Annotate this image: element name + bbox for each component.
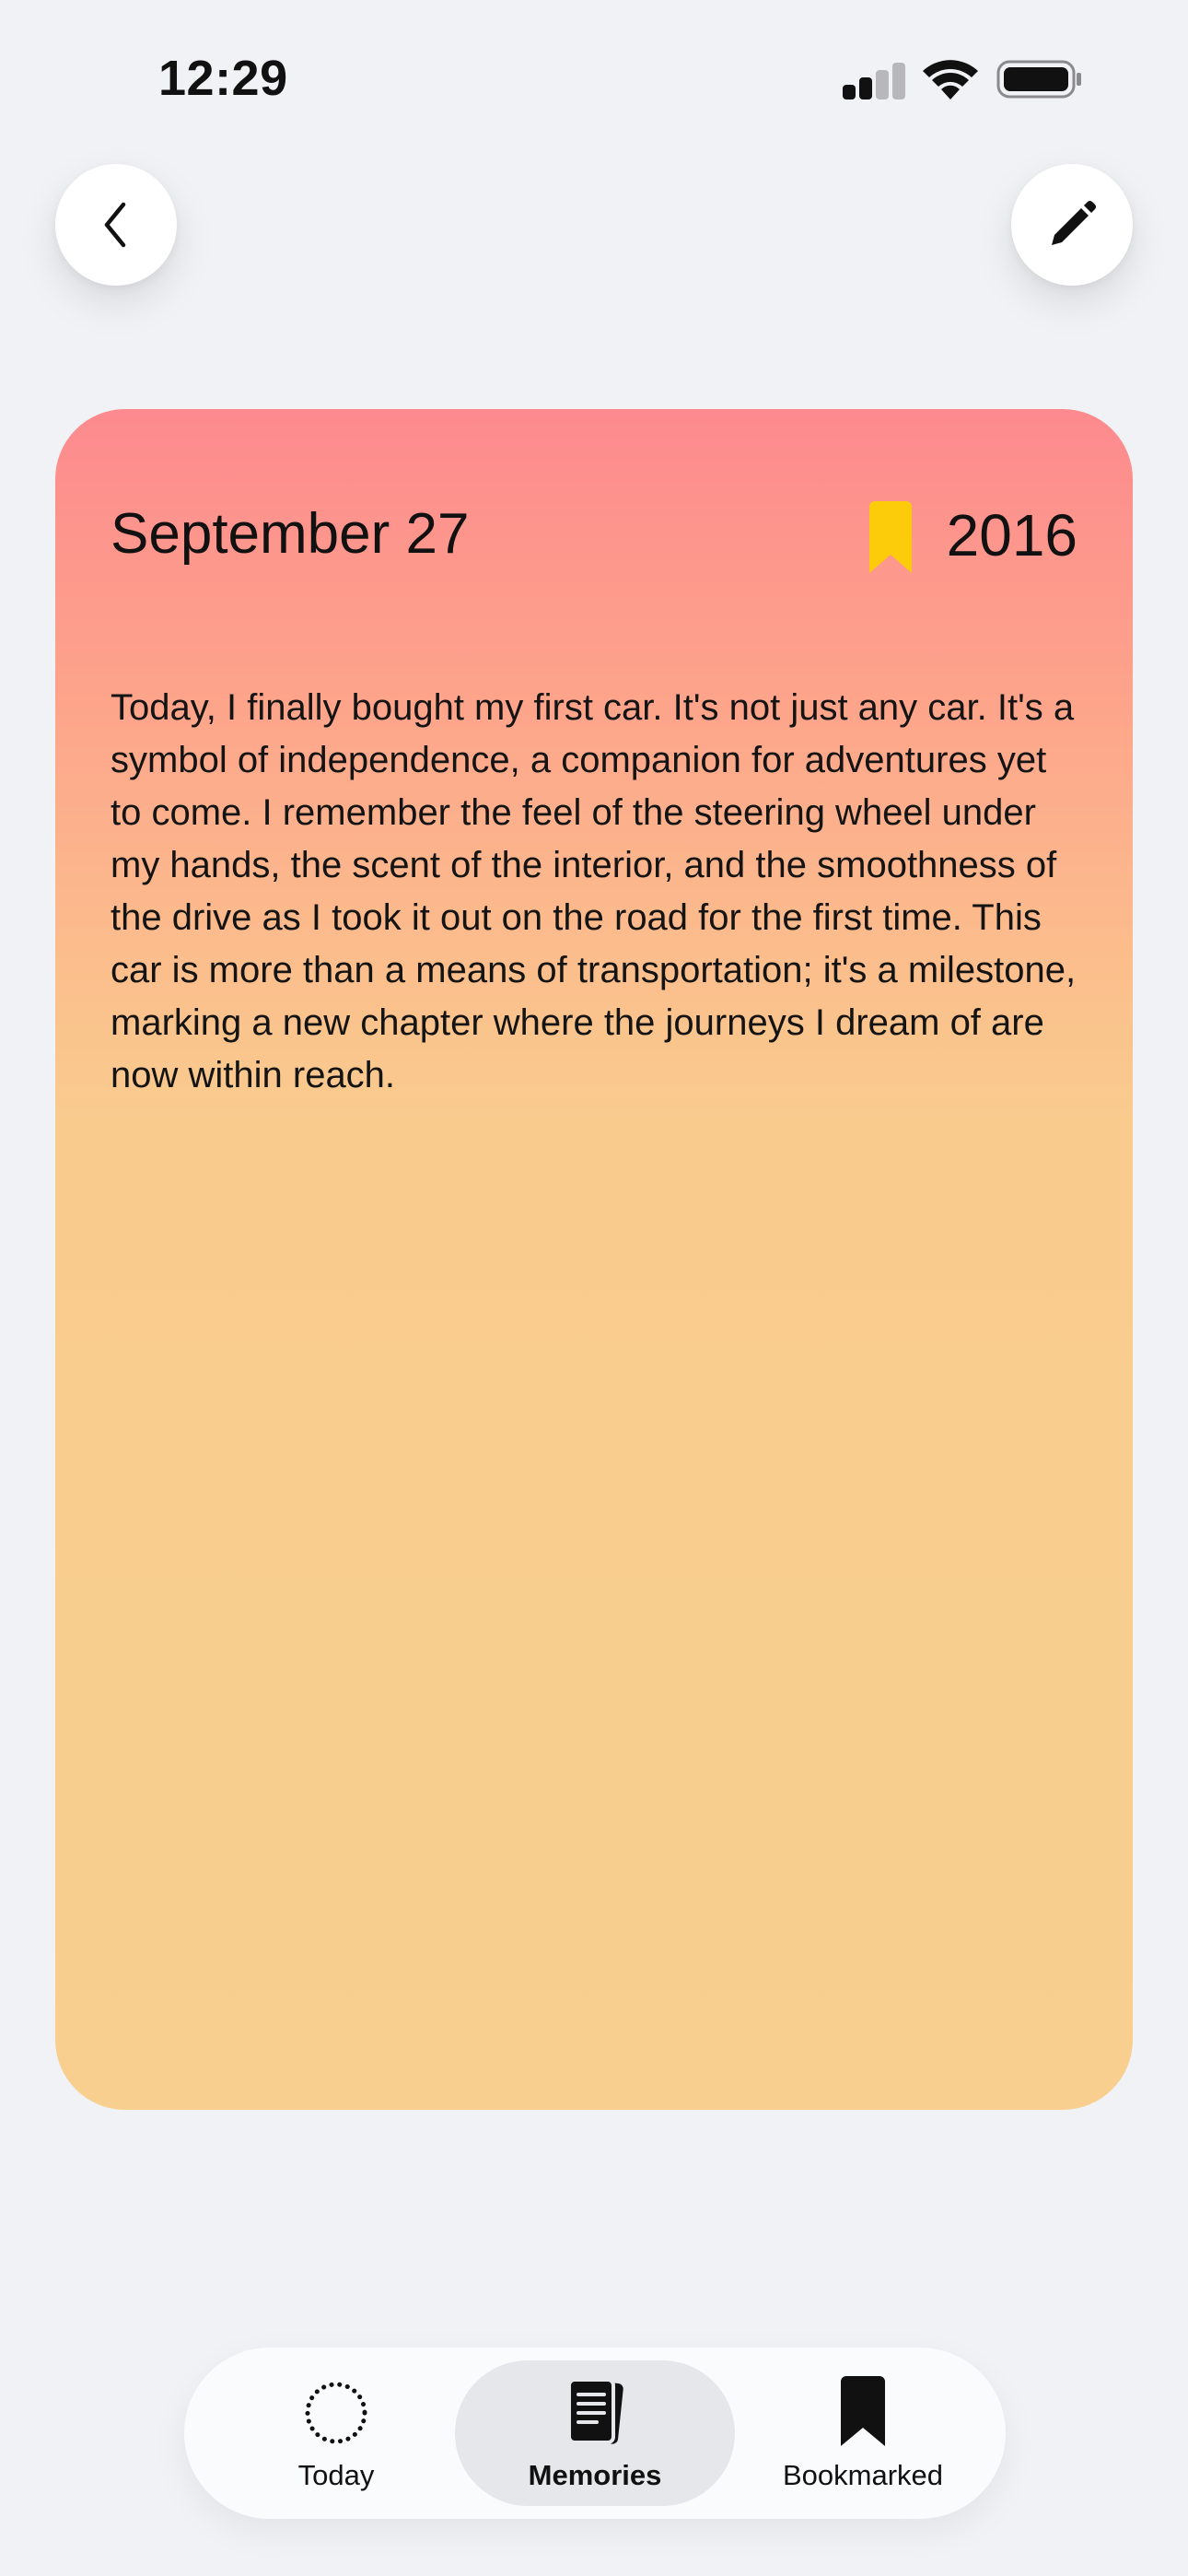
tab-bookmarked[interactable]: Bookmarked <box>748 2348 978 2519</box>
tab-memories-label: Memories <box>528 2459 662 2491</box>
status-bar: 12:29 <box>0 0 1188 157</box>
status-time: 12:29 <box>158 51 288 106</box>
memory-date: September 27 <box>111 502 470 566</box>
memory-year: 2016 <box>946 502 1077 568</box>
memory-card: September 27 2016 Today, I finally bough… <box>55 409 1133 2110</box>
memory-text: Today, I finally bought my first car. It… <box>111 687 1077 1095</box>
wifi-icon <box>923 60 978 100</box>
pencil-icon <box>1052 201 1096 245</box>
tab-today[interactable]: Today <box>221 2348 451 2519</box>
tab-bar: Today Memories Bookmarked <box>184 2348 1006 2519</box>
battery-icon <box>996 60 1081 99</box>
bookmark-icon[interactable] <box>866 501 915 575</box>
journal-icon <box>567 2378 623 2444</box>
tab-bookmarked-label: Bookmarked <box>782 2459 944 2491</box>
chevron-left-icon <box>104 202 126 248</box>
cellular-signal-icon <box>843 61 905 100</box>
tab-today-label: Today <box>297 2459 375 2491</box>
tab-memories[interactable]: Memories <box>455 2360 735 2506</box>
bookmark-icon <box>841 2376 885 2446</box>
edit-button[interactable] <box>1011 164 1133 286</box>
back-button[interactable] <box>55 164 177 286</box>
dotted-circle-icon <box>305 2382 367 2444</box>
